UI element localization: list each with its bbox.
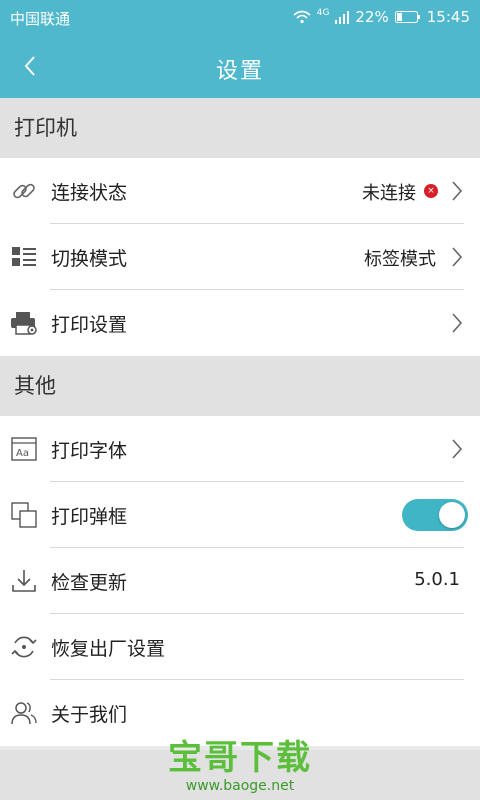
dialog-icon xyxy=(10,501,38,529)
row-label: 打印弹框 xyxy=(51,506,128,528)
version-value: 5.0.1 xyxy=(414,569,460,590)
toggle-knob xyxy=(439,502,465,528)
row-label: 切换模式 xyxy=(51,248,128,270)
row-print-settings[interactable]: 打印设置 xyxy=(0,290,480,356)
row-factory-reset[interactable]: 恢复出厂设置 xyxy=(0,614,480,680)
row-label: 恢复出厂设置 xyxy=(51,638,166,660)
row-about-us[interactable]: 关于我们 xyxy=(0,680,480,746)
chevron-right-icon xyxy=(452,313,463,333)
row-print-dialog: 打印弹框 xyxy=(0,482,480,548)
mode-value: 标签模式 xyxy=(364,249,436,270)
signal-icon xyxy=(335,11,350,24)
download-icon xyxy=(10,567,38,595)
row-connection-status[interactable]: 连接状态 未连接 × xyxy=(0,158,480,224)
battery-percent: 22% xyxy=(355,8,389,26)
print-dialog-toggle[interactable] xyxy=(402,499,468,531)
list-grid-icon xyxy=(10,243,38,271)
font-icon: Aa xyxy=(10,435,38,463)
watermark: 宝哥下载 www.baoge.net xyxy=(160,738,320,798)
row-label: 打印设置 xyxy=(51,314,128,336)
row-label: 关于我们 xyxy=(51,704,128,726)
watermark-brand: 宝哥下载 xyxy=(168,738,312,778)
watermark-url: www.baoge.net xyxy=(185,778,295,794)
clock: 15:45 xyxy=(426,8,470,26)
row-switch-mode[interactable]: 切换模式 标签模式 xyxy=(0,224,480,290)
status-bar: 中国联通 4G 22% 15:45 xyxy=(0,0,480,34)
title-bar: 设置 xyxy=(0,34,480,98)
section-header-printer: 打印机 xyxy=(0,98,480,158)
restore-icon xyxy=(10,633,38,661)
printer-icon xyxy=(10,309,38,337)
chevron-right-icon xyxy=(452,439,463,459)
row-print-font[interactable]: Aa 打印字体 xyxy=(0,416,480,482)
network-type: 4G xyxy=(316,8,330,18)
connection-status-value: 未连接 xyxy=(362,183,416,204)
link-icon xyxy=(10,177,38,205)
section-header-other: 其他 xyxy=(0,356,480,416)
chevron-right-icon xyxy=(452,247,463,267)
wifi-icon xyxy=(293,10,311,24)
chevron-right-icon xyxy=(452,181,463,201)
row-label: 检查更新 xyxy=(51,572,128,594)
row-label: 打印字体 xyxy=(51,440,128,462)
row-label: 连接状态 xyxy=(51,182,128,204)
status-error-badge: × xyxy=(424,184,438,198)
user-icon xyxy=(10,699,38,727)
battery-icon xyxy=(394,11,420,23)
row-check-update[interactable]: 检查更新 5.0.1 xyxy=(0,548,480,614)
page-title: 设置 xyxy=(215,59,264,84)
svg-text:Aa: Aa xyxy=(16,448,29,459)
carrier-name: 中国联通 xyxy=(10,10,71,28)
